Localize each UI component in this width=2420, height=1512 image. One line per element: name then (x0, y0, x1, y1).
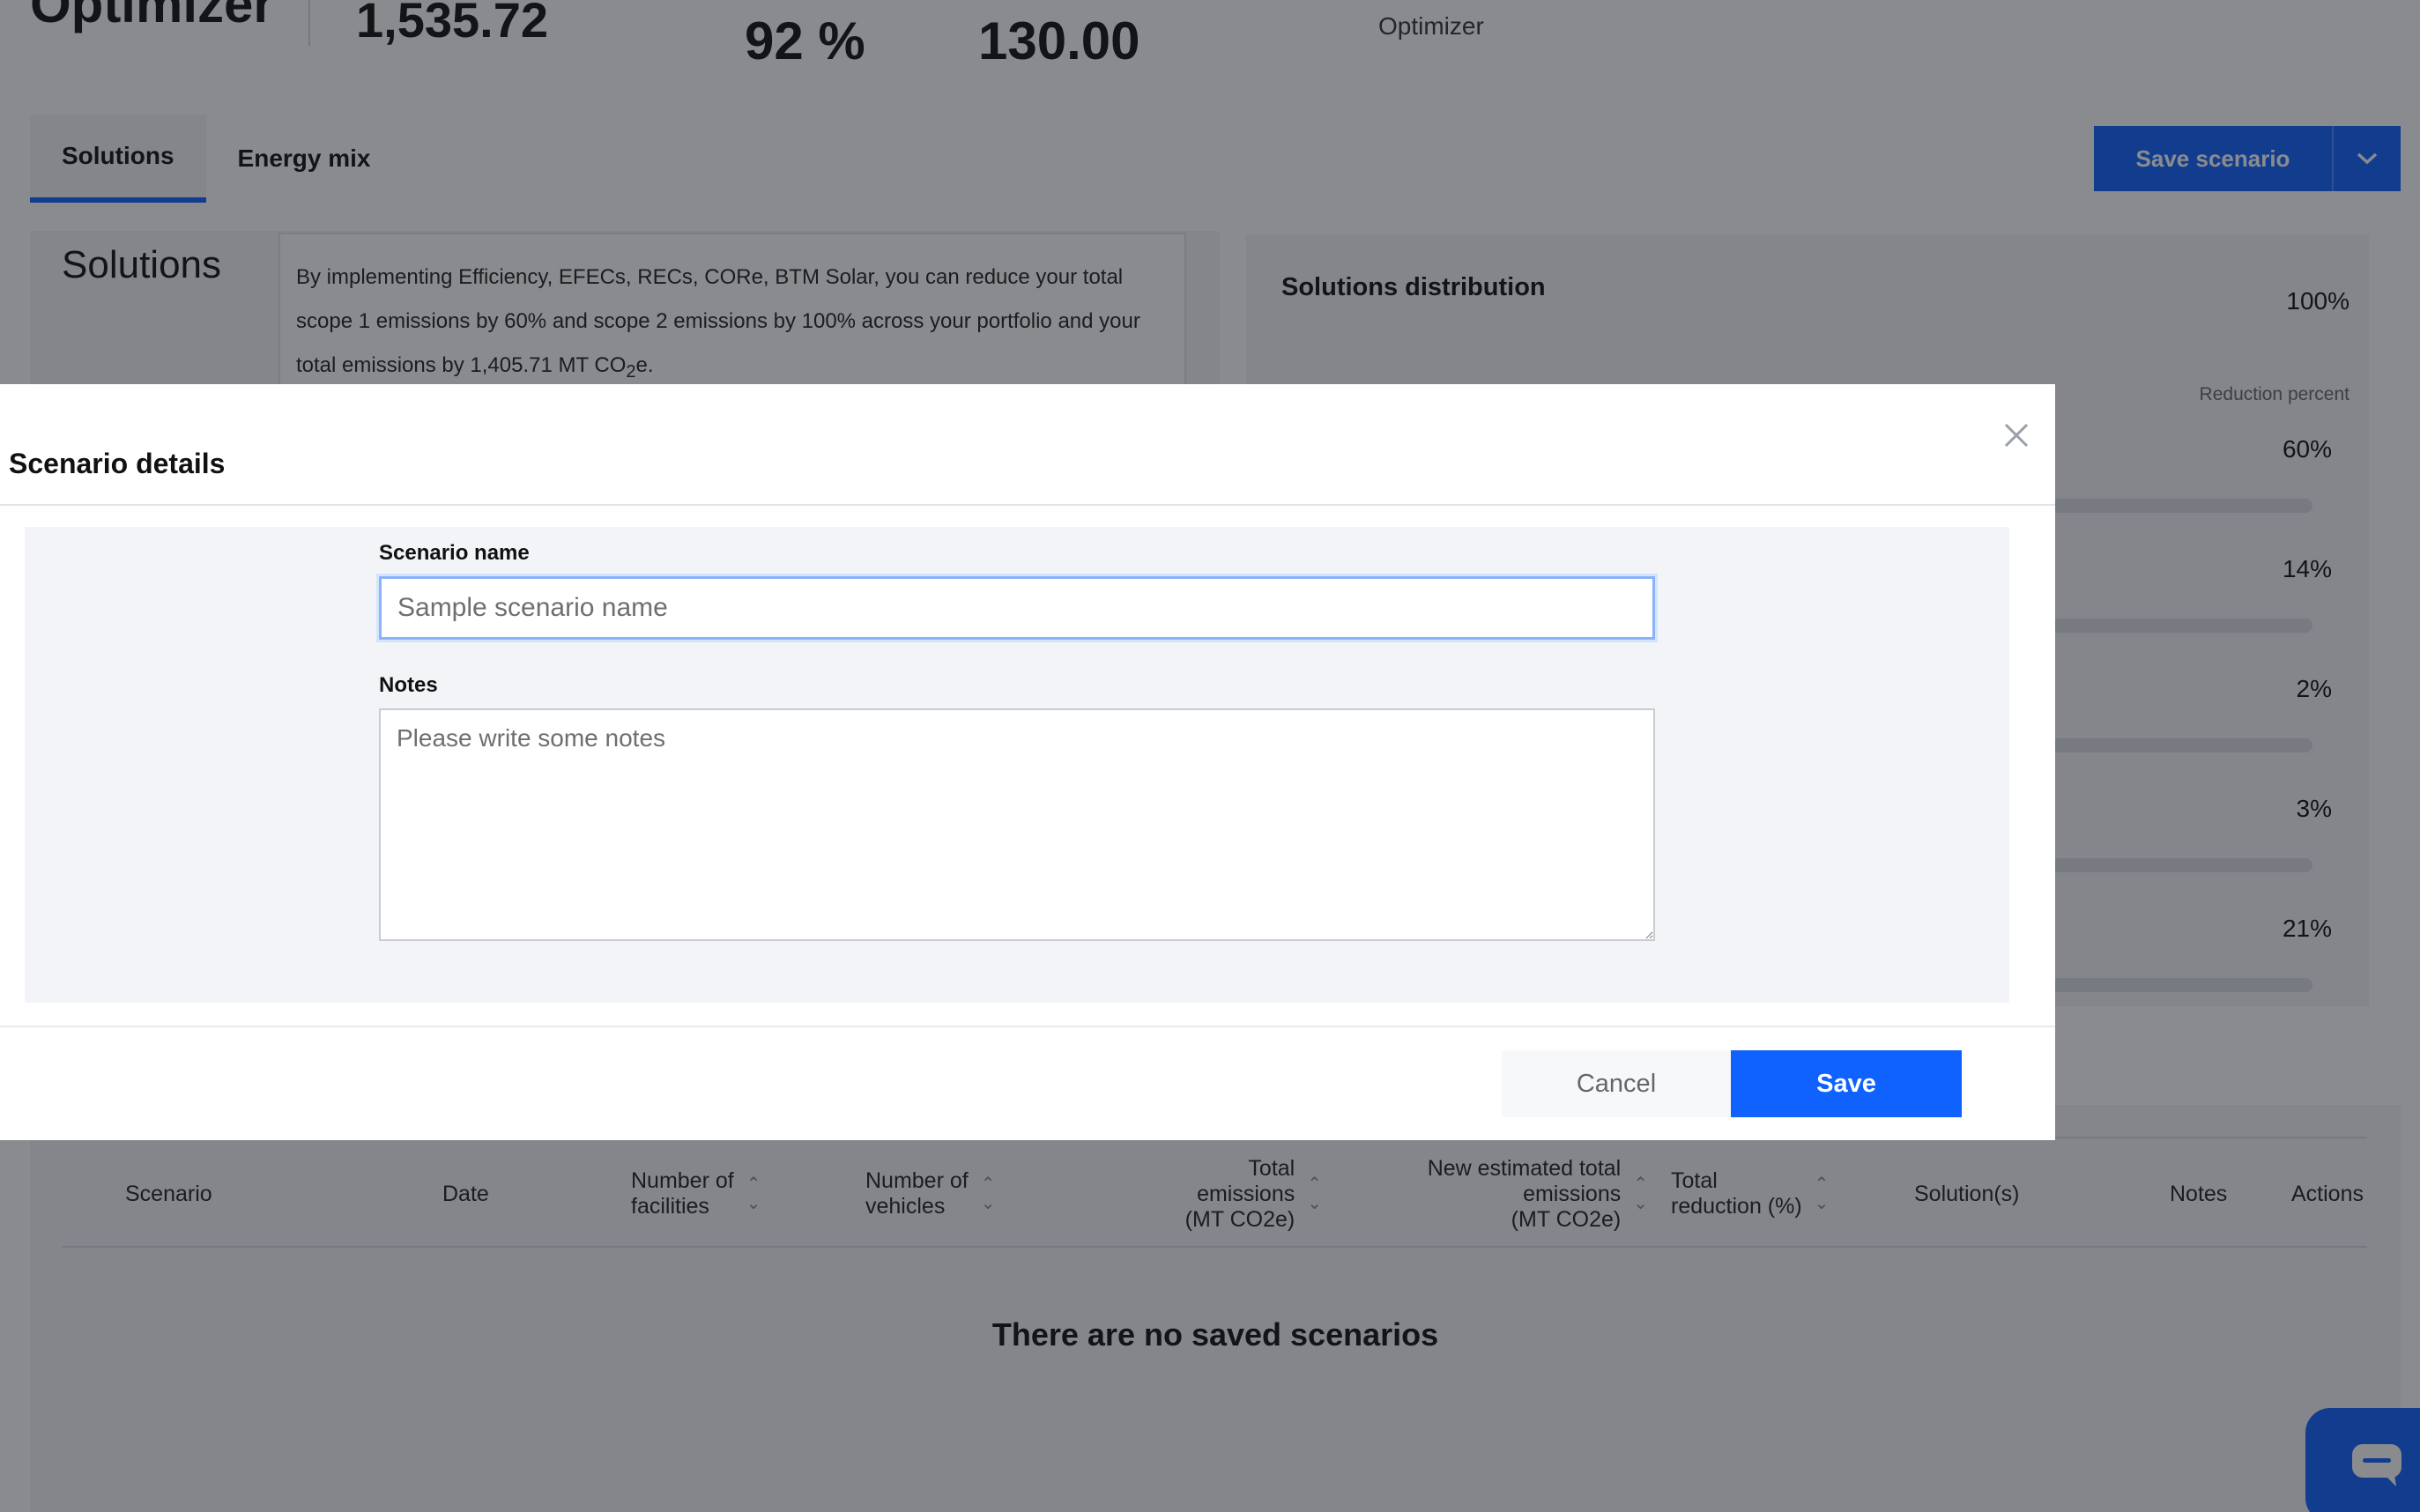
close-icon (2004, 423, 2029, 448)
notes-textarea[interactable] (379, 708, 1655, 941)
scenario-details-modal: Scenario details Scenario name Notes Can… (0, 384, 2055, 1140)
scenario-name-label: Scenario name (379, 541, 530, 565)
save-button[interactable]: Save (1731, 1050, 1962, 1117)
cancel-button[interactable]: Cancel (1502, 1050, 1731, 1117)
modal-form: Scenario name Notes (25, 527, 2009, 1003)
scenario-name-input[interactable] (379, 576, 1655, 640)
modal-footer-divider (0, 1026, 2055, 1027)
notes-label: Notes (379, 673, 438, 697)
modal-divider (0, 504, 2055, 506)
modal-title: Scenario details (9, 448, 226, 479)
close-button[interactable] (1995, 414, 2038, 456)
